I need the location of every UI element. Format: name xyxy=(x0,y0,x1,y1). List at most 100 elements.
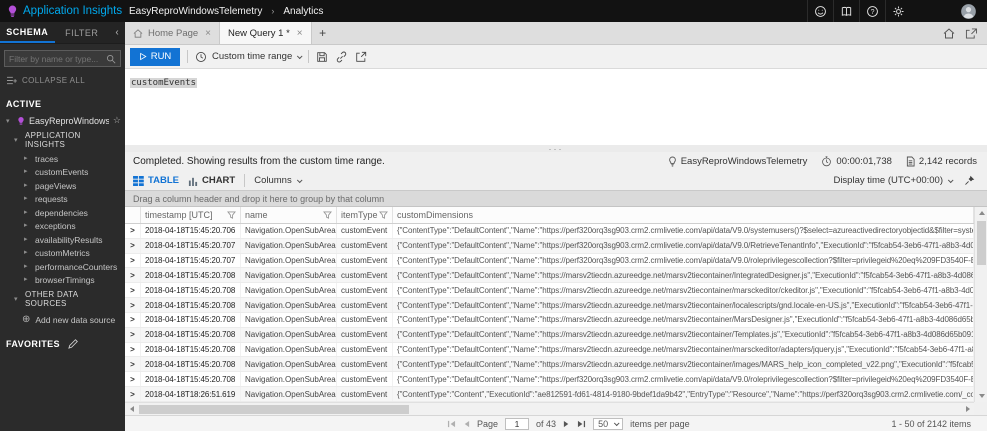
table-row[interactable]: > 2018-04-18T15:45:20.707 Navigation.Ope… xyxy=(125,239,974,254)
scroll-right-arrow-icon[interactable] xyxy=(961,403,974,415)
horizontal-scrollbar[interactable] xyxy=(125,402,974,415)
chevron-right-icon[interactable]: ▸ xyxy=(24,235,31,246)
table-row[interactable]: > 2018-04-18T18:26:51.619 Navigation.Ope… xyxy=(125,387,974,402)
row-expander-icon[interactable]: > xyxy=(125,268,141,282)
table-row[interactable]: > 2018-04-18T15:45:20.708 Navigation.Ope… xyxy=(125,328,974,343)
breadcrumb-page[interactable]: Analytics xyxy=(283,6,323,17)
page-number-input[interactable] xyxy=(505,418,529,430)
settings-gear-icon[interactable] xyxy=(885,0,911,22)
tab-schema[interactable]: SCHEMA xyxy=(0,22,55,43)
row-expander-icon[interactable]: > xyxy=(125,283,141,297)
row-expander-icon[interactable]: > xyxy=(125,254,141,268)
horizontal-scrollbar-thumb[interactable] xyxy=(139,405,409,414)
row-expander-icon[interactable]: > xyxy=(125,328,141,342)
chevron-right-icon[interactable]: ▸ xyxy=(24,248,31,259)
table-row[interactable]: > 2018-04-18T15:45:20.707 Navigation.Ope… xyxy=(125,254,974,269)
edit-pencil-icon[interactable] xyxy=(68,339,78,349)
table-row[interactable]: > 2018-04-18T15:45:20.708 Navigation.Ope… xyxy=(125,283,974,298)
chevron-right-icon[interactable]: ▸ xyxy=(24,262,31,273)
add-data-source-button[interactable]: ⊕ Add new data source xyxy=(0,311,125,329)
save-button[interactable] xyxy=(316,51,328,63)
help-question-icon[interactable]: ? xyxy=(859,0,885,22)
app-logo-area[interactable]: Application Insights xyxy=(0,4,125,18)
chevron-down-icon[interactable]: ▾ xyxy=(14,136,21,144)
tab-chart-view[interactable]: CHART xyxy=(188,175,235,186)
scroll-down-arrow-icon[interactable] xyxy=(975,390,987,402)
vertical-scrollbar-thumb[interactable] xyxy=(977,221,986,265)
table-row[interactable]: > 2018-04-18T15:45:20.708 Navigation.Ope… xyxy=(125,298,974,313)
breadcrumb-app[interactable]: EasyReproWindowsTelemetry xyxy=(129,6,262,17)
link-icon-button[interactable] xyxy=(335,51,348,63)
chevron-right-icon[interactable]: ▸ xyxy=(24,221,31,232)
account-avatar[interactable] xyxy=(949,3,987,20)
first-page-button[interactable] xyxy=(447,420,456,428)
chevron-right-icon[interactable]: ▸ xyxy=(24,194,31,205)
previous-page-button[interactable] xyxy=(463,420,470,428)
query-text[interactable]: customEvents xyxy=(130,78,197,88)
sidebar-item-customEvents[interactable]: ▸ customEvents xyxy=(0,166,125,180)
sidebar-item-pageViews[interactable]: ▸ pageViews xyxy=(0,179,125,193)
close-icon[interactable]: × xyxy=(203,28,211,39)
page-size-select[interactable]: 50 xyxy=(593,418,623,430)
sidebar-item-availabilityResults[interactable]: ▸ availabilityResults xyxy=(0,233,125,247)
chevron-right-icon[interactable]: ▸ xyxy=(24,275,31,286)
table-row[interactable]: > 2018-04-18T15:45:20.708 Navigation.Ope… xyxy=(125,357,974,372)
last-page-button[interactable] xyxy=(577,420,586,428)
filter-funnel-icon[interactable] xyxy=(227,211,236,219)
tab-filter[interactable]: FILTER xyxy=(55,22,110,43)
scroll-up-arrow-icon[interactable] xyxy=(975,207,987,219)
new-tab-button[interactable]: + xyxy=(312,22,334,44)
header-custom-dimensions[interactable]: customDimensions xyxy=(393,207,974,223)
tab-new-query[interactable]: New Query 1 * × xyxy=(220,22,312,44)
export-icon-button[interactable] xyxy=(355,51,367,63)
query-editor[interactable]: customEvents xyxy=(125,68,987,145)
row-expander-icon[interactable]: > xyxy=(125,298,141,312)
feedback-smiley-icon[interactable] xyxy=(807,0,833,22)
time-range-dropdown[interactable]: Custom time range xyxy=(195,51,301,63)
editor-results-splitter[interactable]: ··· xyxy=(125,145,987,152)
telemetry-app-indicator[interactable]: EasyReproWindowsTelemetry xyxy=(668,156,808,167)
chevron-down-icon[interactable]: ▾ xyxy=(6,117,13,125)
tab-home-page[interactable]: Home Page × xyxy=(125,22,220,44)
row-expander-icon[interactable]: > xyxy=(125,239,141,253)
sidebar-item-exceptions[interactable]: ▸ exceptions xyxy=(0,220,125,234)
sidebar-item-dependencies[interactable]: ▸ dependencies xyxy=(0,206,125,220)
tab-table-view[interactable]: TABLE xyxy=(133,175,179,186)
schema-filter-input[interactable] xyxy=(9,54,106,64)
chevron-right-icon[interactable]: ▸ xyxy=(24,167,31,178)
pin-icon-button[interactable] xyxy=(964,175,975,186)
row-expander-icon[interactable]: > xyxy=(125,357,141,371)
header-timestamp[interactable]: timestamp [UTC] xyxy=(141,207,241,223)
header-name[interactable]: name xyxy=(241,207,337,223)
run-button[interactable]: RUN xyxy=(130,48,180,66)
columns-dropdown[interactable]: Columns xyxy=(254,175,301,186)
sidebar-group-other-data-sources[interactable]: ▾ OTHER DATA SOURCES xyxy=(0,287,125,311)
table-row[interactable]: > 2018-04-18T15:45:20.708 Navigation.Ope… xyxy=(125,343,974,358)
row-expander-icon[interactable]: > xyxy=(125,224,141,238)
scroll-left-arrow-icon[interactable] xyxy=(125,403,138,415)
sidebar-group-application-insights[interactable]: ▾ APPLICATION INSIGHTS xyxy=(0,128,125,152)
table-row[interactable]: > 2018-04-18T15:45:20.708 Navigation.Ope… xyxy=(125,268,974,283)
row-expander-icon[interactable]: > xyxy=(125,387,141,401)
popout-icon[interactable] xyxy=(965,28,977,39)
chevron-right-icon[interactable]: ▸ xyxy=(24,181,31,192)
row-expander-icon[interactable]: > xyxy=(125,343,141,357)
table-row[interactable]: > 2018-04-18T15:45:20.708 Navigation.Ope… xyxy=(125,313,974,328)
documentation-book-icon[interactable] xyxy=(833,0,859,22)
sidebar-item-customMetrics[interactable]: ▸ customMetrics xyxy=(0,247,125,261)
vertical-scrollbar[interactable] xyxy=(974,207,987,402)
home-button-icon[interactable] xyxy=(943,28,955,39)
sidebar-item-browserTimings[interactable]: ▸ browserTimings xyxy=(0,274,125,288)
sidebar-item-requests[interactable]: ▸ requests xyxy=(0,193,125,207)
sidebar-item-performanceCounters[interactable]: ▸ performanceCounters xyxy=(0,260,125,274)
display-time-dropdown[interactable]: Display time (UTC+00:00) xyxy=(833,175,952,186)
collapse-all-button[interactable]: COLLAPSE ALL xyxy=(0,71,125,90)
table-row[interactable]: > 2018-04-18T15:45:20.706 Navigation.Ope… xyxy=(125,224,974,239)
chevron-right-icon[interactable]: ▸ xyxy=(24,154,31,165)
chevron-right-icon[interactable]: ▸ xyxy=(24,208,31,219)
row-expander-icon[interactable]: > xyxy=(125,372,141,386)
group-by-drop-zone[interactable]: Drag a column header and drop it here to… xyxy=(125,190,987,207)
close-icon[interactable]: × xyxy=(295,28,303,39)
next-page-button[interactable] xyxy=(563,420,570,428)
filter-funnel-icon[interactable] xyxy=(323,211,332,219)
